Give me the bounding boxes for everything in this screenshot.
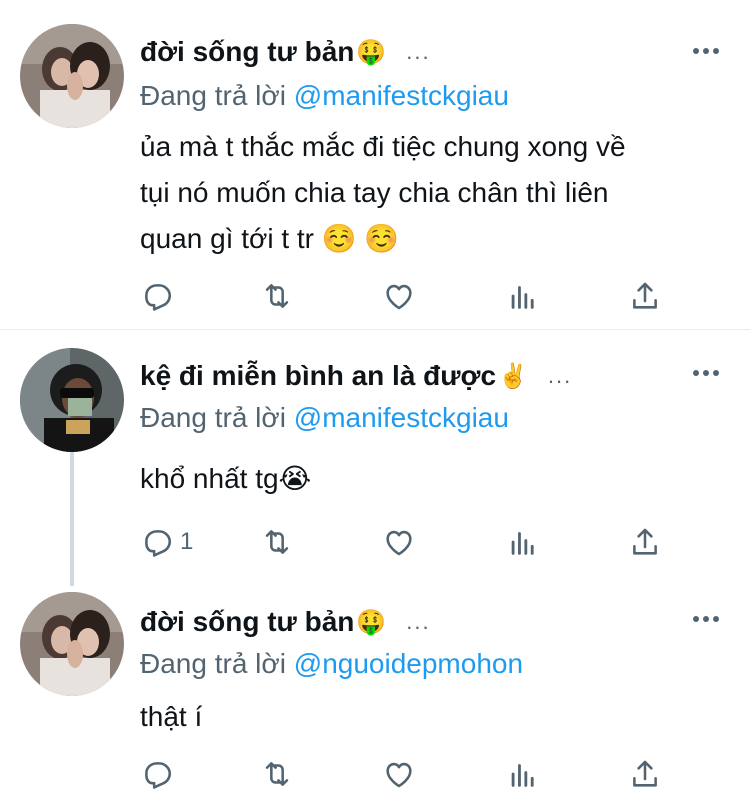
analytics-icon	[511, 532, 534, 555]
name-dots: ...	[406, 609, 431, 634]
analytics-button[interactable]	[506, 754, 540, 794]
avatar[interactable]	[20, 24, 124, 128]
name-row: đời sống tư bản 🤑 ...	[140, 604, 431, 640]
heart-icon	[386, 530, 412, 556]
like-button[interactable]	[382, 276, 416, 316]
analytics-button[interactable]	[506, 276, 540, 316]
tweet-text: khổ nhất tg😭	[140, 456, 720, 502]
action-bar	[140, 754, 700, 794]
tweet-text: thật í	[140, 694, 720, 740]
reply-handle-link[interactable]: @manifestckgiau	[294, 80, 509, 111]
name-emoji: 🤑	[356, 608, 387, 636]
retweet-button[interactable]	[260, 754, 294, 794]
reply-handle-link[interactable]: @manifestckgiau	[294, 402, 509, 433]
reply-icon	[145, 530, 172, 557]
share-icon	[633, 760, 657, 787]
share-icon	[633, 282, 657, 309]
retweet-button[interactable]	[260, 276, 294, 316]
action-bar	[140, 276, 700, 316]
share-icon	[633, 528, 657, 555]
name-emoji: 🤑	[356, 38, 387, 66]
reply-prefix: Đang trả lời	[140, 80, 286, 111]
analytics-icon	[511, 286, 534, 309]
name-dots: ...	[406, 39, 431, 64]
replying-to: Đang trả lời @manifestckgiau	[140, 80, 509, 112]
avatar-photo	[20, 24, 124, 128]
heart-icon	[386, 762, 412, 788]
replying-to: Đang trả lời @manifestckgiau	[140, 402, 509, 434]
reply-button[interactable]	[140, 754, 180, 794]
reply-icon	[145, 284, 172, 311]
retweet-button[interactable]	[260, 522, 294, 562]
avatar-photo	[20, 592, 124, 696]
avatar[interactable]	[20, 348, 124, 452]
action-bar: 1	[140, 522, 700, 562]
tweet-text-line: ủa mà t thắc mắc đi tiệc chung xong về	[140, 131, 626, 162]
share-button[interactable]	[628, 754, 662, 794]
share-button[interactable]	[628, 522, 662, 562]
reply-handle-link[interactable]: @nguoidepmohon	[294, 648, 523, 679]
tweet[interactable]: đời sống tư bản 🤑 ... Đang trả lời @nguo…	[0, 586, 750, 805]
tweet-text: ủa mà t thắc mắc đi tiệc chung xong về t…	[140, 124, 720, 262]
reply-count: 1	[180, 528, 194, 555]
tweet-text-line: quan gì tới t tr ☺️ ☺️	[140, 223, 400, 254]
name-dots: ...	[547, 363, 573, 388]
more-icon[interactable]	[684, 358, 728, 388]
analytics-icon	[511, 764, 534, 787]
name-row: đời sống tư bản 🤑 ...	[140, 34, 431, 70]
reply-prefix: Đang trả lời	[140, 402, 286, 433]
tweet[interactable]: đời sống tư bản 🤑 ... Đang trả lời @mani…	[0, 0, 750, 330]
like-button[interactable]	[382, 522, 416, 562]
name-row: kệ đi miễn bình an là được ✌️ ...	[140, 358, 572, 394]
tweet-text-line: tụi nó muốn chia tay chia chân thì liên	[140, 177, 609, 208]
heart-icon	[386, 284, 412, 310]
like-button[interactable]	[382, 754, 416, 794]
retweet-icon	[265, 284, 289, 308]
thread-line	[70, 452, 74, 586]
tweet[interactable]: kệ đi miễn bình an là được ✌️ ... Đang t…	[0, 330, 750, 586]
retweet-icon	[265, 530, 289, 554]
tweet-text-line: thật í	[140, 701, 203, 732]
avatar-photo	[20, 348, 124, 452]
analytics-button[interactable]	[506, 522, 540, 562]
more-icon[interactable]	[684, 36, 728, 66]
reply-button[interactable]: 1	[140, 522, 193, 562]
reply-icon	[145, 762, 172, 789]
retweet-icon	[265, 762, 289, 786]
share-button[interactable]	[628, 276, 662, 316]
replying-to: Đang trả lời @nguoidepmohon	[140, 648, 523, 680]
display-name[interactable]: đời sống tư bản	[140, 36, 354, 68]
reply-button[interactable]	[140, 276, 180, 316]
avatar[interactable]	[20, 592, 124, 696]
tweet-text-line: khổ nhất tg😭	[140, 463, 312, 494]
name-emoji: ✌️	[498, 362, 528, 390]
more-icon[interactable]	[684, 604, 728, 634]
display-name[interactable]: kệ đi miễn bình an là được	[140, 360, 496, 392]
display-name[interactable]: đời sống tư bản	[140, 606, 354, 638]
reply-prefix: Đang trả lời	[140, 648, 286, 679]
